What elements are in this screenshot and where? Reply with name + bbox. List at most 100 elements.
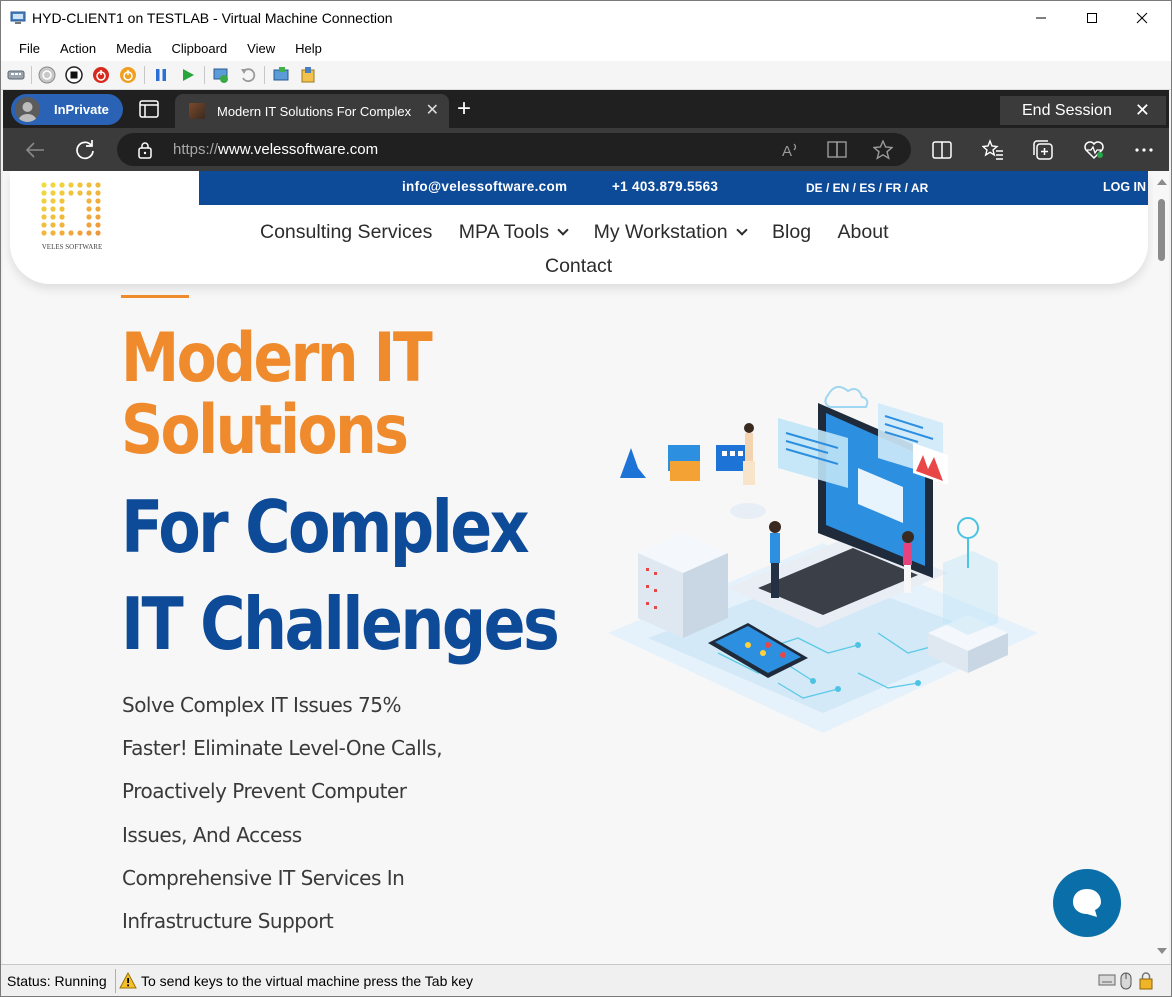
lock-status-icon: [1139, 972, 1153, 990]
page-scrollbar[interactable]: [1153, 171, 1169, 964]
checkpoint-button[interactable]: [212, 66, 230, 84]
nav-blog[interactable]: Blog: [772, 221, 811, 244]
favorites-icon[interactable]: [982, 139, 1004, 161]
enhanced-session-icon: [273, 67, 289, 81]
more-options-icon[interactable]: [1133, 139, 1155, 161]
warning-icon: [119, 972, 137, 989]
ctrl-alt-del-icon: [7, 70, 25, 80]
hero-body-line: Comprehensive IT Services In: [122, 865, 405, 890]
scrollbar-thumb[interactable]: [1158, 199, 1165, 261]
tab-active[interactable]: Modern IT Solutions For Complex IT Chall…: [175, 94, 449, 128]
logo-dot: [41, 190, 47, 196]
url-field[interactable]: https://www.velessoftware.com A: [117, 133, 911, 166]
start-button[interactable]: [38, 66, 56, 84]
turn-off-icon: [65, 66, 83, 84]
site-favicon-icon: [189, 103, 205, 119]
status-separator: [115, 969, 116, 993]
favorite-star-icon[interactable]: [873, 140, 893, 160]
nav-my-workstation[interactable]: My Workstation: [594, 221, 748, 244]
vm-status: Status: Running: [7, 973, 107, 989]
nav-label: Consulting Services: [260, 221, 433, 243]
read-aloud-icon[interactable]: A: [781, 140, 801, 160]
menu-clipboard[interactable]: Clipboard: [162, 41, 238, 56]
close-icon: [1136, 12, 1148, 24]
contact-phone-link[interactable]: +1 403.879.5563: [612, 179, 718, 194]
logo-dot: [59, 190, 65, 196]
logo-dot: [86, 182, 92, 188]
logo-dot: [59, 198, 65, 204]
logo-dot: [95, 182, 101, 188]
menu-action[interactable]: Action: [50, 41, 106, 56]
menu-media[interactable]: Media: [106, 41, 161, 56]
maximize-button[interactable]: [1069, 1, 1115, 35]
scroll-up-icon[interactable]: [1157, 179, 1167, 185]
immersive-reader-icon[interactable]: [827, 140, 847, 160]
collections-icon[interactable]: [1032, 139, 1054, 161]
tab-close-icon[interactable]: ✕: [426, 103, 439, 119]
logo-dot: [59, 206, 65, 212]
url-text: https://www.velessoftware.com: [173, 141, 378, 158]
hero-title-line2: Solutions: [121, 391, 409, 470]
url-host: www.velessoftware.com: [218, 141, 379, 158]
revert-button[interactable]: [239, 66, 257, 84]
refresh-icon: [76, 140, 94, 160]
tab-strip: InPrivate Modern IT Solutions For Comple…: [3, 90, 1169, 128]
end-session-button[interactable]: End Session ✕: [1000, 96, 1166, 125]
nav-mpa-tools[interactable]: MPA Tools: [459, 221, 569, 244]
logo-dot: [86, 230, 92, 236]
lock-icon[interactable]: [137, 141, 153, 159]
veles-logo[interactable]: VELES SOFTWARE: [39, 180, 105, 254]
logo-dot: [50, 206, 56, 212]
logo-dot: [41, 214, 47, 220]
scroll-down-icon[interactable]: [1157, 948, 1167, 954]
hero-accent-line: [121, 295, 189, 298]
hero-body-line: Infrastructure Support: [122, 909, 334, 934]
chat-widget-button[interactable]: [1053, 869, 1121, 937]
resume-button[interactable]: [179, 66, 197, 84]
logo-dot: [95, 230, 101, 236]
pause-button[interactable]: [152, 66, 170, 84]
menu-bar: File Action Media Clipboard View Help: [1, 35, 1171, 61]
browser-essentials-icon[interactable]: [1083, 139, 1105, 161]
split-screen-icon[interactable]: [931, 139, 953, 161]
toolbar-separator: [31, 66, 32, 84]
toolbar-separator: [144, 66, 145, 84]
logo-dot: [77, 230, 83, 236]
language-switcher[interactable]: DE / EN / ES / FR / AR: [806, 181, 928, 195]
nav-label: About: [837, 221, 889, 243]
menu-help[interactable]: Help: [285, 41, 332, 56]
hero-body-line: Proactively Prevent Computer: [122, 779, 407, 804]
nav-contact[interactable]: Contact: [545, 255, 612, 278]
minimize-button[interactable]: [1018, 1, 1064, 35]
tab-title: Modern IT Solutions For Complex IT Chall…: [217, 103, 415, 119]
shutdown-button[interactable]: [92, 66, 110, 84]
vm-toolbar: [1, 61, 1171, 90]
turn-off-button[interactable]: [65, 66, 83, 84]
enhanced-session-button[interactable]: [273, 66, 291, 84]
logo-dot: [95, 206, 101, 212]
menu-view[interactable]: View: [237, 41, 285, 56]
back-button[interactable]: [23, 138, 47, 162]
keyboard-icon: [1098, 974, 1116, 986]
nav-about[interactable]: About: [838, 221, 889, 244]
checkpoint-icon: [213, 68, 228, 83]
logo-dot: [50, 214, 56, 220]
refresh-button[interactable]: [73, 138, 97, 162]
inprivate-badge[interactable]: InPrivate: [11, 94, 123, 125]
logo-dot: [86, 222, 92, 228]
logo-dot: [41, 222, 47, 228]
share-button[interactable]: [299, 66, 317, 84]
ctrl-alt-del-button[interactable]: [7, 66, 25, 84]
power-button[interactable]: [119, 66, 137, 84]
inprivate-label: InPrivate: [54, 102, 109, 117]
nav-consulting-services[interactable]: Consulting Services: [260, 221, 432, 244]
logo-text: VELES SOFTWARE: [41, 243, 103, 251]
close-button[interactable]: [1119, 1, 1165, 35]
menu-file[interactable]: File: [9, 41, 50, 56]
login-link[interactable]: LOG IN: [1103, 180, 1146, 194]
hero-title-line4: IT Challenges: [121, 582, 560, 666]
start-icon: [38, 66, 56, 84]
new-tab-icon[interactable]: +: [457, 96, 471, 122]
tab-actions-icon[interactable]: [139, 100, 159, 118]
contact-email-link[interactable]: info@velessoftware.com: [402, 179, 567, 194]
